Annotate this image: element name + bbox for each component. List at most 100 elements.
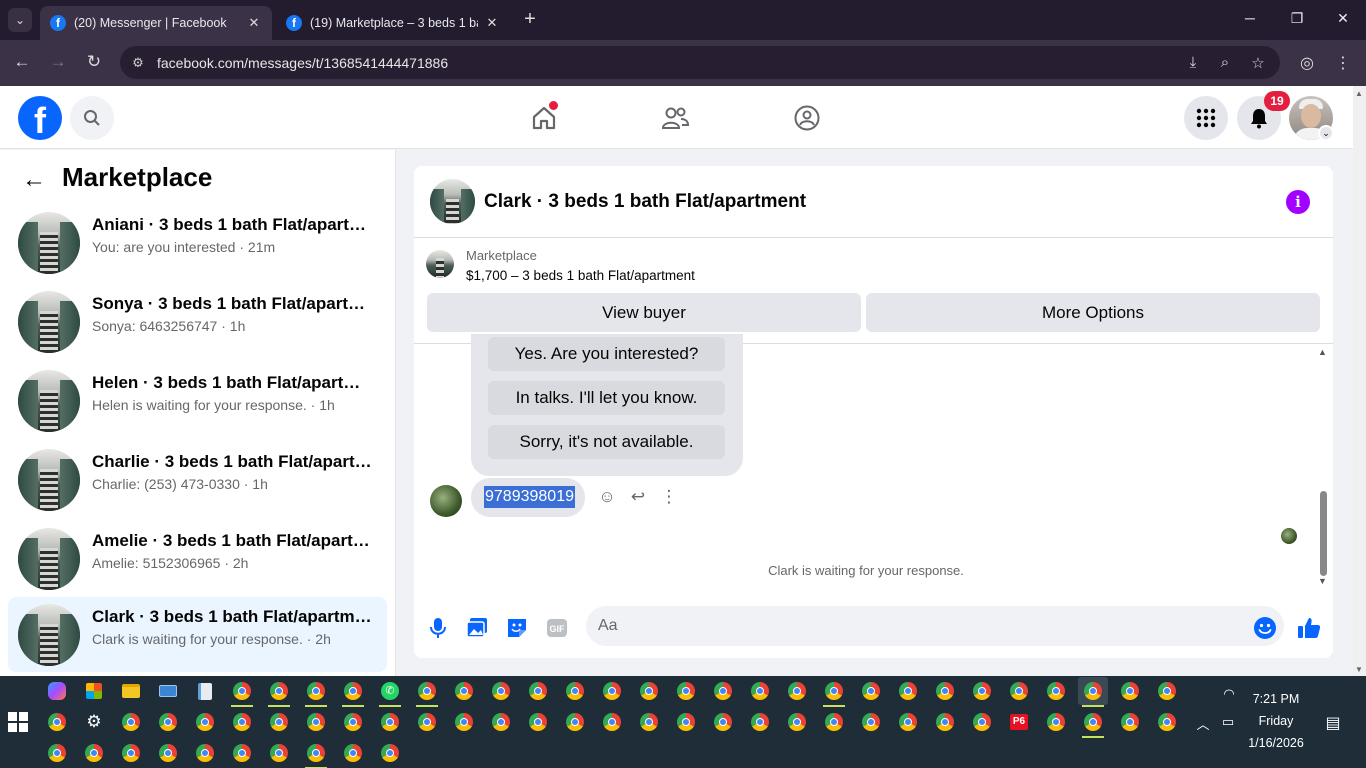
react-smiley-icon[interactable]: ☺ xyxy=(596,486,618,508)
restore-icon[interactable]: ❐ xyxy=(1287,10,1307,27)
chrome-taskbar-icon[interactable] xyxy=(819,677,849,707)
conversation-item[interactable]: Charlie · 3 beds 1 bath Flat/apartment C… xyxy=(8,442,387,517)
chrome-taskbar-icon[interactable] xyxy=(1004,677,1034,705)
chrome-taskbar-icon[interactable] xyxy=(449,677,479,705)
chrome-taskbar-icon[interactable] xyxy=(893,708,923,736)
notification-center-icon[interactable]: ▤ xyxy=(1323,713,1343,733)
chrome-taskbar-icon[interactable] xyxy=(301,677,331,707)
chrome-taskbar-icon[interactable] xyxy=(560,677,590,705)
sender-avatar[interactable] xyxy=(430,485,462,517)
page-scroll-down-icon[interactable]: ▼ xyxy=(1355,665,1363,674)
account-chevron-down-icon[interactable]: ⌄ xyxy=(1318,125,1334,141)
chrome-taskbar-icon[interactable] xyxy=(116,708,146,736)
chrome-taskbar-icon[interactable] xyxy=(1152,677,1182,705)
tab-search-chevron-icon[interactable]: ⌄ xyxy=(8,8,32,32)
windows-start-icon[interactable] xyxy=(8,712,28,732)
new-tab-button[interactable]: + xyxy=(520,9,540,30)
suggested-reply-button[interactable]: In talks. I'll let you know. xyxy=(488,381,725,415)
chrome-taskbar-icon[interactable] xyxy=(597,677,627,705)
chrome-taskbar-icon[interactable] xyxy=(856,677,886,705)
copilot-icon[interactable] xyxy=(42,677,72,705)
chrome-taskbar-icon[interactable] xyxy=(412,708,442,736)
chrome-taskbar-icon[interactable] xyxy=(597,708,627,736)
chrome-taskbar-icon[interactable] xyxy=(523,708,553,736)
chat-title[interactable]: Clark · 3 beds 1 bath Flat/apartment xyxy=(484,191,806,213)
install-app-icon[interactable]: ⤓ xyxy=(1183,54,1203,71)
chrome-taskbar-icon-active[interactable] xyxy=(1078,677,1108,707)
message-text[interactable]: 9789398019 xyxy=(484,486,575,508)
suggested-reply-button[interactable]: Yes. Are you interested? xyxy=(488,337,725,371)
scroll-down-arrow-icon[interactable]: ▼ xyxy=(1318,576,1327,586)
clock-day[interactable]: Friday xyxy=(1246,714,1306,728)
clock-time[interactable]: 7:21 PM xyxy=(1246,692,1306,706)
profile-icon[interactable]: ◎ xyxy=(1296,53,1318,73)
facebook-logo[interactable]: f xyxy=(18,96,62,140)
search-button[interactable] xyxy=(70,96,114,140)
back-icon[interactable]: ← xyxy=(11,52,33,72)
chrome-taskbar-icon[interactable] xyxy=(1152,708,1182,736)
chrome-taskbar-icon[interactable] xyxy=(301,739,331,768)
chrome-taskbar-icon[interactable] xyxy=(227,708,257,736)
store-icon[interactable] xyxy=(79,677,109,705)
back-arrow-icon[interactable]: ← xyxy=(22,166,46,194)
chrome-taskbar-icon[interactable] xyxy=(745,708,775,736)
chrome-taskbar-icon[interactable] xyxy=(671,708,701,736)
chrome-taskbar-icon[interactable] xyxy=(338,739,368,767)
chrome-taskbar-icon[interactable] xyxy=(1078,708,1108,738)
clock-date[interactable]: 1/16/2026 xyxy=(1246,736,1306,750)
chrome-taskbar-icon[interactable] xyxy=(745,677,775,705)
network-icon[interactable]: ◠ xyxy=(1219,686,1239,702)
gif-icon[interactable]: GIF xyxy=(544,615,570,641)
chrome-taskbar-icon[interactable] xyxy=(1115,677,1145,705)
chrome-taskbar-icon[interactable] xyxy=(227,677,257,707)
message-bubble[interactable]: 9789398019 xyxy=(471,478,585,517)
groups-tab[interactable] xyxy=(789,100,825,136)
chrome-taskbar-icon[interactable] xyxy=(930,708,960,736)
chrome-taskbar-icon[interactable] xyxy=(782,677,812,705)
browser-menu-icon[interactable]: ⋮ xyxy=(1332,53,1354,73)
chat-listing-thumbnail[interactable] xyxy=(430,179,475,224)
chrome-taskbar-icon[interactable] xyxy=(486,708,516,736)
thumbs-up-icon[interactable] xyxy=(1296,615,1322,641)
battery-icon[interactable]: ▭ xyxy=(1218,714,1238,730)
info-icon[interactable]: i xyxy=(1286,190,1310,214)
more-actions-icon[interactable]: ⋮ xyxy=(658,486,680,508)
message-input[interactable] xyxy=(586,606,1284,646)
view-buyer-button[interactable]: View buyer xyxy=(427,293,861,332)
tab-messenger[interactable]: f (20) Messenger | Facebook ✕ xyxy=(40,6,272,40)
chrome-taskbar-icon[interactable] xyxy=(190,708,220,736)
chrome-taskbar-icon[interactable] xyxy=(1115,708,1145,736)
chrome-taskbar-icon[interactable] xyxy=(782,708,812,736)
forward-icon[interactable]: → xyxy=(47,52,69,72)
site-info-icon[interactable]: ⚙ xyxy=(128,53,148,73)
p6-app-icon[interactable]: P6 xyxy=(1004,708,1034,736)
chrome-taskbar-icon[interactable] xyxy=(486,677,516,705)
friends-tab[interactable] xyxy=(657,100,693,136)
chrome-taskbar-icon[interactable] xyxy=(967,677,997,705)
chrome-taskbar-icon[interactable] xyxy=(375,739,405,767)
tab-marketplace[interactable]: f (19) Marketplace – 3 beds 1 bat ✕ xyxy=(276,6,510,40)
chrome-taskbar-icon[interactable] xyxy=(560,708,590,736)
chrome-taskbar-icon[interactable] xyxy=(967,708,997,736)
chrome-taskbar-icon[interactable] xyxy=(264,677,294,707)
conversation-item[interactable]: Amelie · 3 beds 1 bath Flat/apartment Am… xyxy=(8,521,387,596)
chrome-taskbar-icon[interactable] xyxy=(930,677,960,705)
chrome-taskbar-icon[interactable] xyxy=(375,708,405,736)
chrome-taskbar-icon[interactable] xyxy=(819,708,849,736)
page-scrollbar[interactable]: ▲ ▼ xyxy=(1353,86,1366,676)
file-explorer-icon[interactable] xyxy=(116,677,146,705)
minimize-icon[interactable]: ─ xyxy=(1240,10,1260,26)
menu-button[interactable] xyxy=(1184,96,1228,140)
address-bar[interactable]: ⚙ facebook.com/messages/t/13685414444718… xyxy=(120,46,1280,79)
tab-close-icon[interactable]: ✕ xyxy=(246,15,262,31)
chrome-taskbar-icon[interactable] xyxy=(634,708,664,736)
chrome-taskbar-icon[interactable] xyxy=(412,677,442,707)
listing-price-title[interactable]: $1,700 – 3 beds 1 bath Flat/apartment xyxy=(466,268,695,283)
photo-gallery-icon[interactable] xyxy=(464,615,490,641)
page-scroll-up-icon[interactable]: ▲ xyxy=(1355,89,1363,98)
more-options-button[interactable]: More Options xyxy=(866,293,1320,332)
chrome-taskbar-icon[interactable] xyxy=(338,677,368,707)
chrome-taskbar-icon[interactable] xyxy=(338,708,368,736)
chrome-taskbar-icon[interactable] xyxy=(264,708,294,736)
chrome-taskbar-icon[interactable] xyxy=(42,708,72,736)
